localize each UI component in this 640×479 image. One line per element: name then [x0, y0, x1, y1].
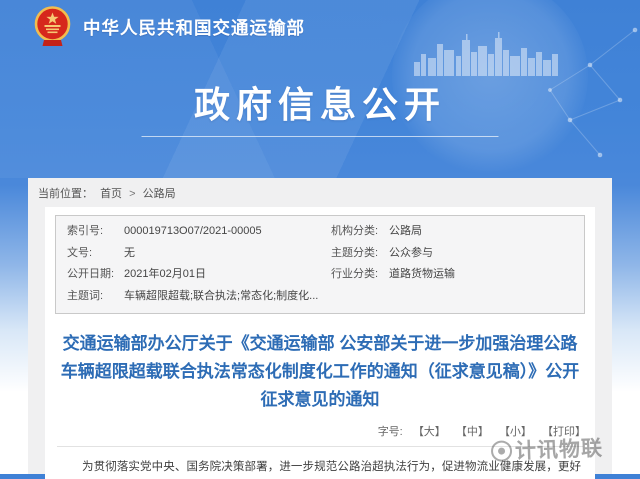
- brand: 中华人民共和国交通运输部: [31, 5, 305, 49]
- meta-row-index: 索引号: 000019713O07/2021-00005 机构分类: 公路局: [56, 221, 584, 243]
- meta-value-topic: 公众参与: [389, 243, 584, 265]
- meta-label-date: 公开日期:: [67, 264, 124, 286]
- breadcrumb-home-link[interactable]: 首页: [100, 188, 122, 200]
- breadcrumb-gongluju-link[interactable]: 公路局: [143, 188, 176, 200]
- title-body-divider: [57, 446, 583, 447]
- meta-label-topic: 主题分类:: [331, 243, 389, 265]
- national-emblem-icon: [31, 5, 74, 49]
- page-title: 政府信息公开: [0, 76, 640, 128]
- meta-label-keywords: 主题词:: [67, 286, 124, 308]
- meta-value-keywords: 车辆超限超载;联合执法;常态化;制度化...: [124, 286, 331, 308]
- meta-value-date: 2021年02月01日: [124, 264, 331, 286]
- font-size-controls: 字号: 【大】 【中】 【小】 【打印】: [54, 423, 586, 439]
- breadcrumb: 当前位置： 首页 > 公路局: [28, 178, 612, 207]
- meta-row-docnum: 文号: 无 主题分类: 公众参与: [56, 243, 584, 265]
- font-size-label: 字号:: [378, 426, 403, 438]
- article-title: 交通运输部办公厅关于《交通运输部 公安部关于进一步加强治理公路车辆超限超载联合执…: [59, 330, 581, 414]
- meta-row-keywords: 主题词: 车辆超限超载;联合执法;常态化;制度化...: [56, 286, 584, 308]
- site-header: 中华人民共和国交通运输部 政府信息公开: [0, 0, 640, 178]
- meta-row-date: 公开日期: 2021年02月01日 行业分类: 道路货物运输: [56, 264, 584, 286]
- title-underline: [142, 136, 499, 137]
- meta-value-docnum: 无: [124, 243, 331, 265]
- font-size-small-button[interactable]: 【小】: [499, 426, 532, 438]
- article-card: 索引号: 000019713O07/2021-00005 机构分类: 公路局 文…: [45, 207, 595, 479]
- page: 中华人民共和国交通运输部 政府信息公开 当前位置： 首页 > 公路局 索引号: …: [0, 0, 640, 474]
- meta-label-index: 索引号:: [67, 221, 124, 243]
- article-body: 为贯彻落实党中央、国务院决策部署，进一步规范公路治超执法行为，促进物流业健康发展…: [59, 457, 581, 479]
- meta-label-docnum: 文号:: [67, 243, 124, 265]
- meta-label-industry: 行业分类:: [331, 264, 389, 286]
- meta-label-org: 机构分类:: [331, 221, 389, 243]
- breadcrumb-separator: >: [129, 188, 135, 200]
- meta-value-industry: 道路货物运输: [389, 264, 584, 286]
- meta-value-index: 000019713O07/2021-00005: [124, 221, 331, 243]
- meta-value-org: 公路局: [389, 221, 584, 243]
- breadcrumb-label: 当前位置：: [38, 188, 93, 200]
- font-size-medium-button[interactable]: 【中】: [456, 426, 489, 438]
- print-button[interactable]: 【打印】: [542, 426, 586, 438]
- meta-table: 索引号: 000019713O07/2021-00005 机构分类: 公路局 文…: [55, 215, 585, 314]
- site-name: 中华人民共和国交通运输部: [83, 15, 305, 40]
- content-card: 当前位置： 首页 > 公路局 索引号: 000019713O07/2021-00…: [28, 178, 612, 474]
- font-size-large-button[interactable]: 【大】: [413, 426, 446, 438]
